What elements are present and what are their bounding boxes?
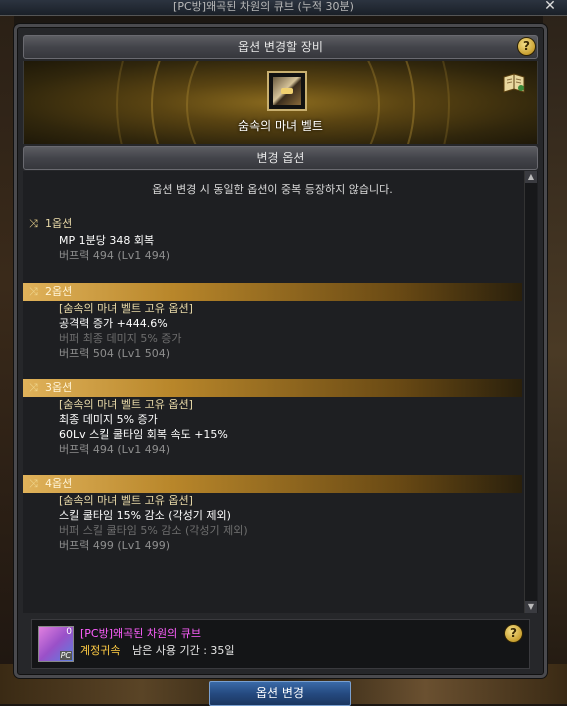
option-block-1: ⤨ 1옵션 MP 1분당 348 회복 버프력 494 (Lv1 494) xyxy=(23,215,522,263)
cube-count: 0 xyxy=(66,627,72,637)
cube-item-box: 0 PC [PC방]왜곡된 차원의 큐브 계정귀속 남은 사용 기간 : 35일… xyxy=(31,619,530,669)
game-background-left xyxy=(0,0,14,704)
option-block-4: ⤨ 4옵션 [숨속의 마녀 벨트 고유 옵션] 스킬 쿨타임 15% 감소 (각… xyxy=(23,475,522,553)
option-buff-power: 버프력 504 (Lv1 504) xyxy=(59,347,171,360)
option-unique-tag: [숨속의 마녀 벨트 고유 옵션] xyxy=(59,398,193,411)
shuffle-icon: ⤨ xyxy=(29,477,38,490)
scroll-down-icon[interactable]: ▼ xyxy=(525,601,537,613)
help-icon[interactable]: ? xyxy=(517,37,536,56)
cube-name: [PC방]왜곡된 차원의 큐브 xyxy=(80,627,201,640)
options-section-header: 변경 옵션 xyxy=(23,146,538,170)
option-label: 4옵션 xyxy=(45,477,73,490)
close-icon[interactable]: ✕ xyxy=(543,0,557,14)
shuffle-icon: ⤨ xyxy=(29,381,38,394)
scroll-up-icon[interactable]: ▲ xyxy=(525,171,537,183)
option-label: 3옵션 xyxy=(45,381,73,394)
option-stat: 스킬 쿨타임 15% 감소 (각성기 제외) xyxy=(59,509,231,522)
shuffle-icon: ⤨ xyxy=(29,285,38,298)
cube-bind-status: 계정귀속 xyxy=(80,644,121,657)
option-change-panel: 옵션 변경할 장비 ? 숨속의 마녀 벨트 변경 옵션 옵션 변경 시 동일한 … xyxy=(14,24,547,678)
option-stat: MP 1분당 348 회복 xyxy=(59,234,155,247)
window-titlebar: [PC방]왜곡된 차원의 큐브 (누적 30분) ✕ xyxy=(0,0,567,16)
option-buffer-stat: 버퍼 스킬 쿨타임 5% 감소 (각성기 제외) xyxy=(59,524,248,537)
cube-remaining-period: 남은 사용 기간 : 35일 xyxy=(132,644,235,657)
option-block-2: ⤨ 2옵션 [숨속의 마녀 벨트 고유 옵션] 공격력 증가 +444.6% 버… xyxy=(23,283,522,361)
option-unique-tag: [숨속의 마녀 벨트 고유 옵션] xyxy=(59,494,193,507)
options-list: 옵션 변경 시 동일한 옵션이 중복 등장하지 않습니다. ⤨ 1옵션 MP 1… xyxy=(23,171,538,613)
equipment-section-header: 옵션 변경할 장비 xyxy=(23,35,538,59)
option-buffer-stat: 버퍼 최종 데미지 5% 증가 xyxy=(59,332,182,345)
options-scrollbar[interactable]: ▲ ▼ xyxy=(524,171,537,613)
equipment-name: 숨속의 마녀 벨트 xyxy=(238,119,323,133)
option-unique-tag: [숨속의 마녀 벨트 고유 옵션] xyxy=(59,302,193,315)
option-stat: 최종 데미지 5% 증가 xyxy=(59,413,158,426)
option-label: 1옵션 xyxy=(45,217,73,230)
cube-slot[interactable]: 0 PC xyxy=(38,626,74,662)
shuffle-icon: ⤨ xyxy=(29,217,38,230)
help-icon[interactable]: ? xyxy=(504,624,523,643)
option-header: ⤨ 1옵션 xyxy=(23,215,522,233)
duplicate-notice: 옵션 변경 시 동일한 옵션이 중복 등장하지 않습니다. xyxy=(152,183,393,196)
option-buff-power: 버프력 494 (Lv1 494) xyxy=(59,249,171,262)
equipment-banner: 숨속의 마녀 벨트 xyxy=(23,61,538,144)
belt-icon xyxy=(273,77,301,105)
option-header: ⤨ 4옵션 xyxy=(23,475,522,493)
option-header: ⤨ 3옵션 xyxy=(23,379,522,397)
option-block-3: ⤨ 3옵션 [숨속의 마녀 벨트 고유 옵션] 최종 데미지 5% 증가 60L… xyxy=(23,379,522,457)
option-header: ⤨ 2옵션 xyxy=(23,283,522,301)
option-stat: 60Lv 스킬 쿨타임 회복 속도 +15% xyxy=(59,428,228,441)
option-stat: 공격력 증가 +444.6% xyxy=(59,317,168,330)
window-title: [PC방]왜곡된 차원의 큐브 (누적 30분) xyxy=(173,0,354,13)
option-label: 2옵션 xyxy=(45,285,73,298)
book-icon[interactable] xyxy=(501,71,527,95)
option-buff-power: 버프력 494 (Lv1 494) xyxy=(59,443,171,456)
equipment-slot[interactable] xyxy=(267,71,307,111)
pc-badge: PC xyxy=(59,651,72,660)
option-buff-power: 버프력 499 (Lv1 499) xyxy=(59,539,171,552)
equipment-section-title: 옵션 변경할 장비 xyxy=(238,40,323,54)
options-section-title: 변경 옵션 xyxy=(256,151,305,165)
change-option-button[interactable]: 옵션 변경 xyxy=(209,681,351,706)
